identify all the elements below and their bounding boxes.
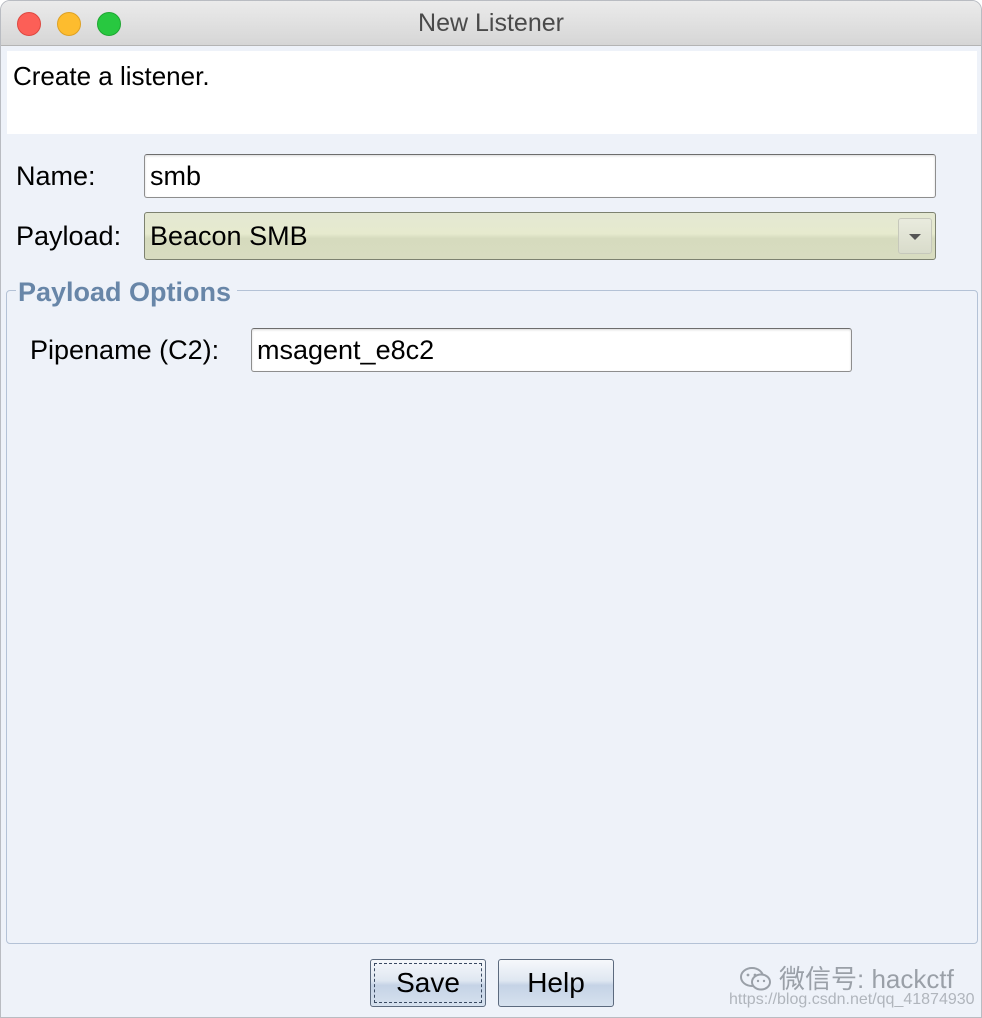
help-button-label: Help <box>527 967 585 998</box>
payload-select[interactable]: Beacon SMB <box>144 212 936 260</box>
window-title: New Listener <box>418 9 564 37</box>
description-text: Create a listener. <box>13 61 210 91</box>
new-listener-dialog: New Listener Create a listener. Name: Pa… <box>0 0 982 1018</box>
title-bar[interactable]: New Listener <box>1 1 981 46</box>
chevron-down-icon[interactable] <box>898 218 932 254</box>
name-field[interactable] <box>144 154 936 198</box>
help-button[interactable]: Help <box>498 959 614 1007</box>
pipename-label: Pipename (C2): <box>30 335 220 365</box>
save-button-label: Save <box>396 967 460 998</box>
payload-options-group <box>6 290 978 944</box>
payload-options-title: Payload Options <box>16 277 238 307</box>
name-label: Name: <box>16 161 96 191</box>
payload-label: Payload: <box>16 221 122 251</box>
payload-selected-value: Beacon SMB <box>150 221 308 251</box>
wechat-icon <box>740 967 771 991</box>
save-button[interactable]: Save <box>370 959 486 1007</box>
pipename-field[interactable] <box>251 328 852 372</box>
watermark-text: 微信号: hackctf <box>779 964 954 994</box>
watermark-url: https://blog.csdn.net/qq_41874930 <box>729 991 975 1008</box>
description-panel: Create a listener. <box>7 51 977 134</box>
